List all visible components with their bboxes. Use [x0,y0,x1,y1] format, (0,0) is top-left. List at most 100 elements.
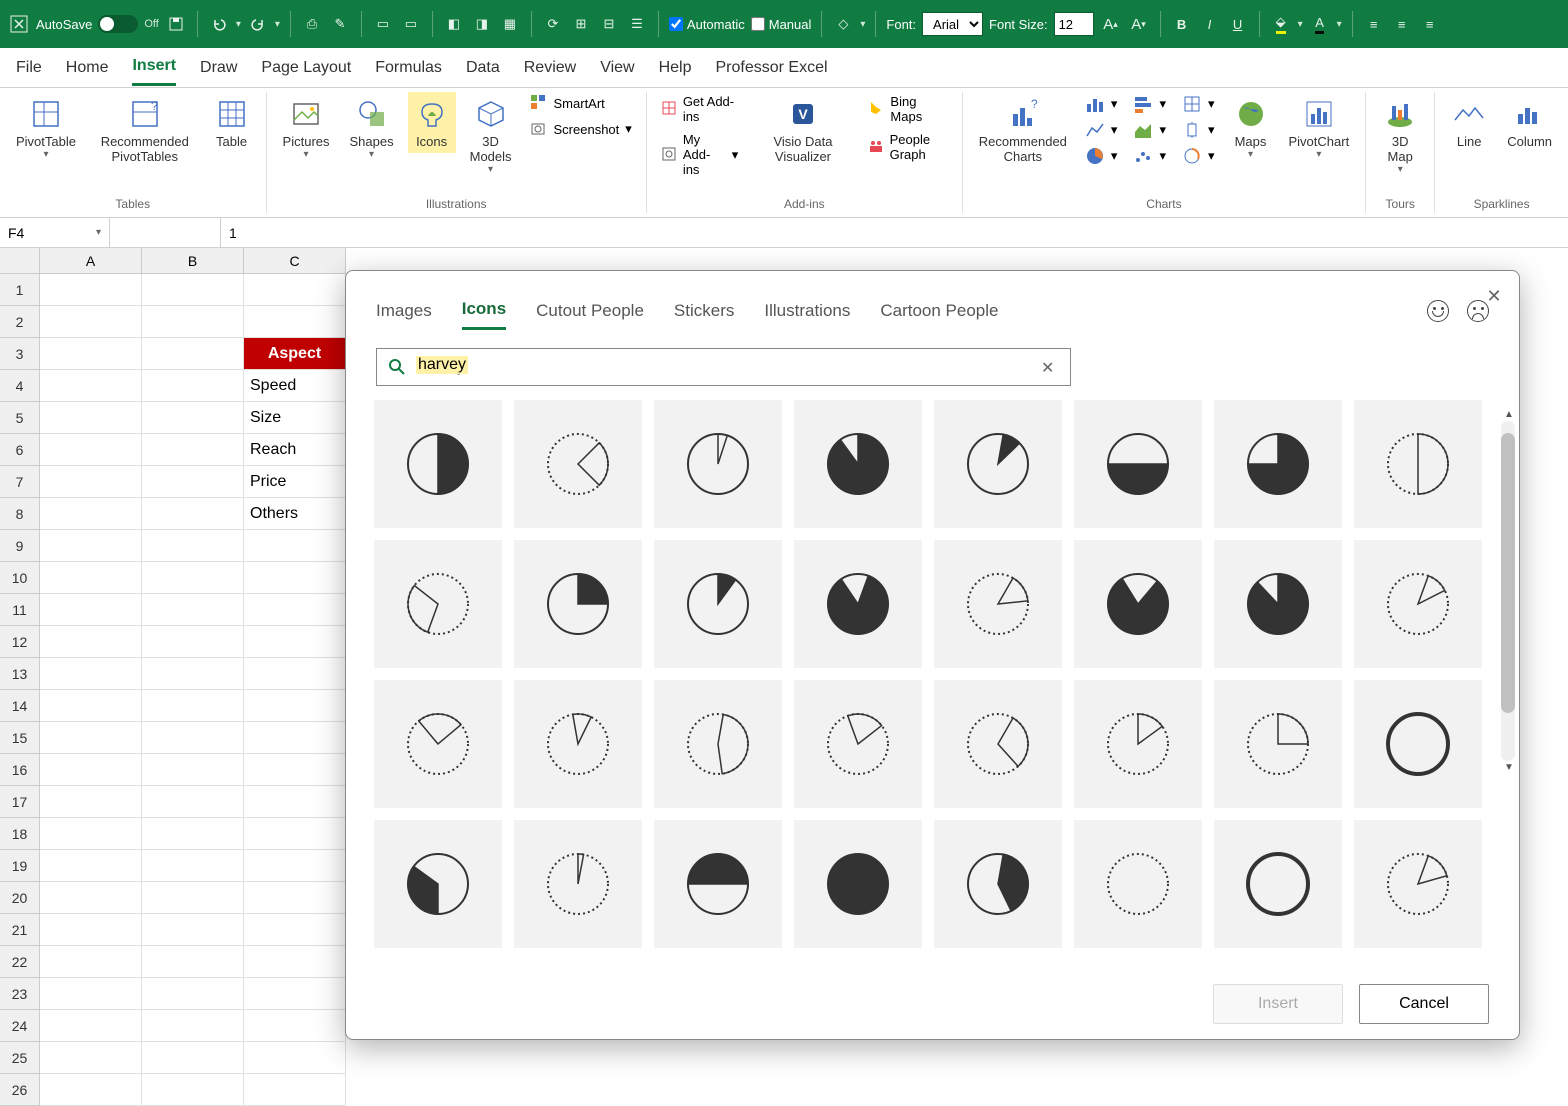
tab-professor-excel[interactable]: Professor Excel [716,51,828,85]
cell-A22[interactable] [40,946,142,978]
chart-combo-icon[interactable]: ▾ [1178,144,1219,168]
icon-result-harvey-ball[interactable] [374,400,502,528]
row-header[interactable]: 18 [0,818,40,850]
increase-font-icon[interactable]: A▴ [1100,13,1122,35]
row-header[interactable]: 19 [0,850,40,882]
cell-C4[interactable]: Speed [244,370,346,402]
cell-C13[interactable] [244,658,346,690]
tb-icon-9[interactable]: ⊞ [570,13,592,35]
cell-A13[interactable] [40,658,142,690]
icon-result-harvey-ball[interactable] [1214,820,1342,948]
icons-button[interactable]: Icons [408,92,456,153]
cell-B1[interactable] [142,274,244,306]
icon-result-harvey-ball[interactable] [514,820,642,948]
row-header[interactable]: 2 [0,306,40,338]
my-addins-button[interactable]: My Add-ins ▾ [657,130,743,179]
cell-B3[interactable] [142,338,244,370]
cell-C26[interactable] [244,1074,346,1106]
row-header[interactable]: 12 [0,626,40,658]
font-select[interactable]: Arial [922,12,983,36]
redo-icon[interactable] [247,13,269,35]
pivottable-button[interactable]: PivotTable▾ [10,92,82,164]
icon-result-harvey-ball[interactable] [1074,400,1202,528]
cell-A19[interactable] [40,850,142,882]
dialog-scrollbar[interactable]: ▲ ▼ [1501,421,1515,761]
cell-C21[interactable] [244,914,346,946]
cell-B7[interactable] [142,466,244,498]
search-input[interactable] [376,348,1071,386]
icon-result-harvey-ball[interactable] [1214,540,1342,668]
sparkline-line-button[interactable]: Line [1445,92,1493,153]
cell-A23[interactable] [40,978,142,1010]
cell-A18[interactable] [40,818,142,850]
icon-result-harvey-ball[interactable] [1074,680,1202,808]
tab-draw[interactable]: Draw [200,51,237,85]
row-header[interactable]: 16 [0,754,40,786]
row-header[interactable]: 6 [0,434,40,466]
dialog-tab-icons[interactable]: Icons [462,291,506,330]
cell-A16[interactable] [40,754,142,786]
cell-A12[interactable] [40,626,142,658]
maps-button[interactable]: Maps▾ [1227,92,1275,164]
cell-A8[interactable] [40,498,142,530]
font-color-icon[interactable]: A [1309,13,1331,35]
row-header[interactable]: 24 [0,1010,40,1042]
select-all-corner[interactable] [0,248,40,274]
screenshot-button[interactable]: Screenshot ▾ [526,118,636,140]
cell-A17[interactable] [40,786,142,818]
tb-icon-1[interactable]: ⎙ [301,13,323,35]
cell-A4[interactable] [40,370,142,402]
cell-A15[interactable] [40,722,142,754]
manual-checkbox[interactable]: Manual [751,17,812,32]
cell-A25[interactable] [40,1042,142,1074]
icon-result-harvey-ball[interactable] [794,400,922,528]
cell-A21[interactable] [40,914,142,946]
cell-B17[interactable] [142,786,244,818]
icon-result-harvey-ball[interactable] [514,680,642,808]
3d-models-button[interactable]: 3D Models▾ [464,92,518,179]
cell-C6[interactable]: Reach [244,434,346,466]
tab-insert[interactable]: Insert [132,49,176,86]
row-header[interactable]: 15 [0,722,40,754]
row-header[interactable]: 1 [0,274,40,306]
cell-C24[interactable] [244,1010,346,1042]
cell-C8[interactable]: Others [244,498,346,530]
cell-A24[interactable] [40,1010,142,1042]
cell-C10[interactable] [244,562,346,594]
cell-B22[interactable] [142,946,244,978]
cell-A2[interactable] [40,306,142,338]
icon-result-harvey-ball[interactable] [1214,400,1342,528]
chart-bar-icon[interactable]: ▾ [1129,92,1170,116]
icon-result-harvey-ball[interactable] [374,680,502,808]
dialog-tab-cutout-people[interactable]: Cutout People [536,293,644,329]
row-header[interactable]: 4 [0,370,40,402]
cell-B6[interactable] [142,434,244,466]
cell-C7[interactable]: Price [244,466,346,498]
smile-feedback-icon[interactable] [1427,300,1449,322]
icon-result-harvey-ball[interactable] [934,400,1062,528]
cell-A5[interactable] [40,402,142,434]
smartart-button[interactable]: SmartArt [526,92,636,114]
cell-B23[interactable] [142,978,244,1010]
icon-result-harvey-ball[interactable] [374,540,502,668]
icon-result-harvey-ball[interactable] [794,680,922,808]
cell-B14[interactable] [142,690,244,722]
col-header[interactable]: A [40,248,142,274]
tab-formulas[interactable]: Formulas [375,51,442,85]
cell-A1[interactable] [40,274,142,306]
row-header[interactable]: 14 [0,690,40,722]
row-header[interactable]: 5 [0,402,40,434]
align-center-icon[interactable]: ≡ [1391,13,1413,35]
shapes-button[interactable]: Shapes▾ [344,92,400,164]
insert-button[interactable]: Insert [1213,984,1343,1024]
align-right-icon[interactable]: ≡ [1419,13,1441,35]
chart-hier-icon[interactable]: ▾ [1178,92,1219,116]
cell-C2[interactable] [244,306,346,338]
formula-input[interactable]: 1 [220,218,1568,247]
cell-C16[interactable] [244,754,346,786]
icon-result-harvey-ball[interactable] [1354,540,1482,668]
icon-result-harvey-ball[interactable] [1354,400,1482,528]
cell-C14[interactable] [244,690,346,722]
row-header[interactable]: 26 [0,1074,40,1106]
fill-color-icon[interactable]: ⬙ [1270,13,1292,35]
